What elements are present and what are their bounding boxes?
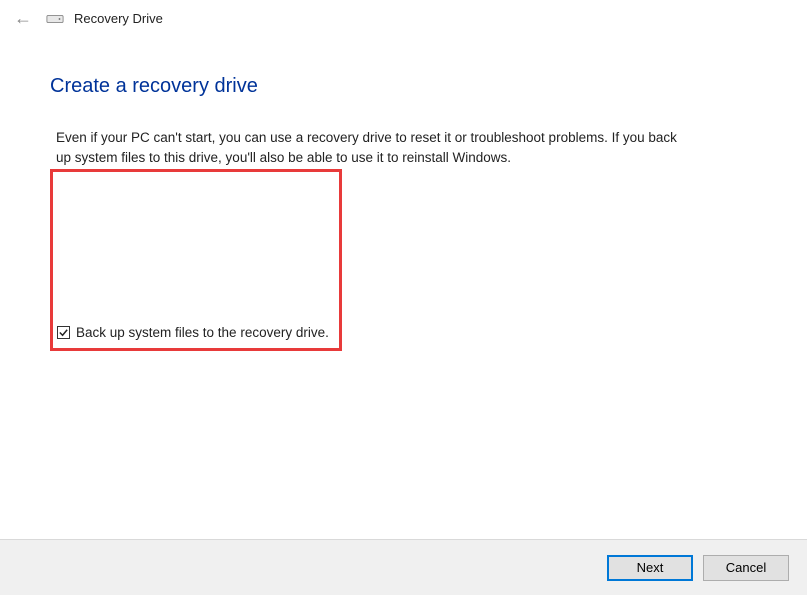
content-area: Create a recovery drive Even if your PC … <box>0 37 807 351</box>
back-arrow-icon[interactable]: ← <box>10 6 36 31</box>
next-button[interactable]: Next <box>607 555 693 581</box>
title-bar: ← Recovery Drive <box>0 0 807 37</box>
window-title: Recovery Drive <box>74 11 163 26</box>
backup-checkbox-row[interactable]: Back up system files to the recovery dri… <box>47 317 339 348</box>
page-description: Even if your PC can't start, you can use… <box>50 128 690 169</box>
backup-checkbox[interactable] <box>57 326 70 339</box>
checkbox-highlight-box: Back up system files to the recovery dri… <box>50 169 342 351</box>
backup-checkbox-label: Back up system files to the recovery dri… <box>76 325 329 340</box>
page-heading: Create a recovery drive <box>50 75 757 98</box>
checkmark-icon <box>58 327 69 338</box>
cancel-button[interactable]: Cancel <box>703 555 789 581</box>
drive-icon <box>46 12 64 26</box>
footer-bar: Next Cancel <box>0 539 807 595</box>
